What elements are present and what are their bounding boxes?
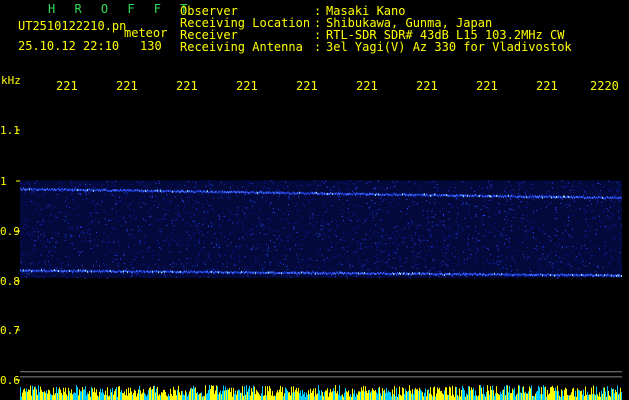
x-tick-label: 221 [356, 79, 378, 93]
x-tick-label: 221 [476, 79, 498, 93]
hrofft-logo: H R O F F T [48, 2, 194, 16]
antenna-label: Receiving Antenna [180, 40, 303, 54]
antenna-value: 3el Yagi(V) Az 330 for Vladivostok [326, 40, 572, 54]
y-unit-label: kHz [1, 74, 21, 87]
x-tick-label: 2220 [590, 79, 619, 93]
noise-band [20, 180, 622, 278]
x-tick-label: 221 [296, 79, 318, 93]
signal-level-bars [20, 385, 622, 400]
y-tick-label: 1 [0, 175, 7, 188]
x-tick-label: 221 [176, 79, 198, 93]
count: 130 [140, 39, 162, 53]
x-tick-label: 221 [116, 79, 138, 93]
spectrogram [20, 180, 622, 400]
mode-label: meteor [124, 26, 168, 40]
x-tick-label: 221 [56, 79, 78, 93]
x-tick-label: 221 [416, 79, 438, 93]
x-tick-label: 221 [236, 79, 258, 93]
datetime: 25.10.12 22:10 [18, 39, 120, 53]
x-tick-label: 221 [536, 79, 558, 93]
antenna-sep: : [314, 40, 322, 54]
file-name: UT2510122210.pn [18, 19, 127, 33]
